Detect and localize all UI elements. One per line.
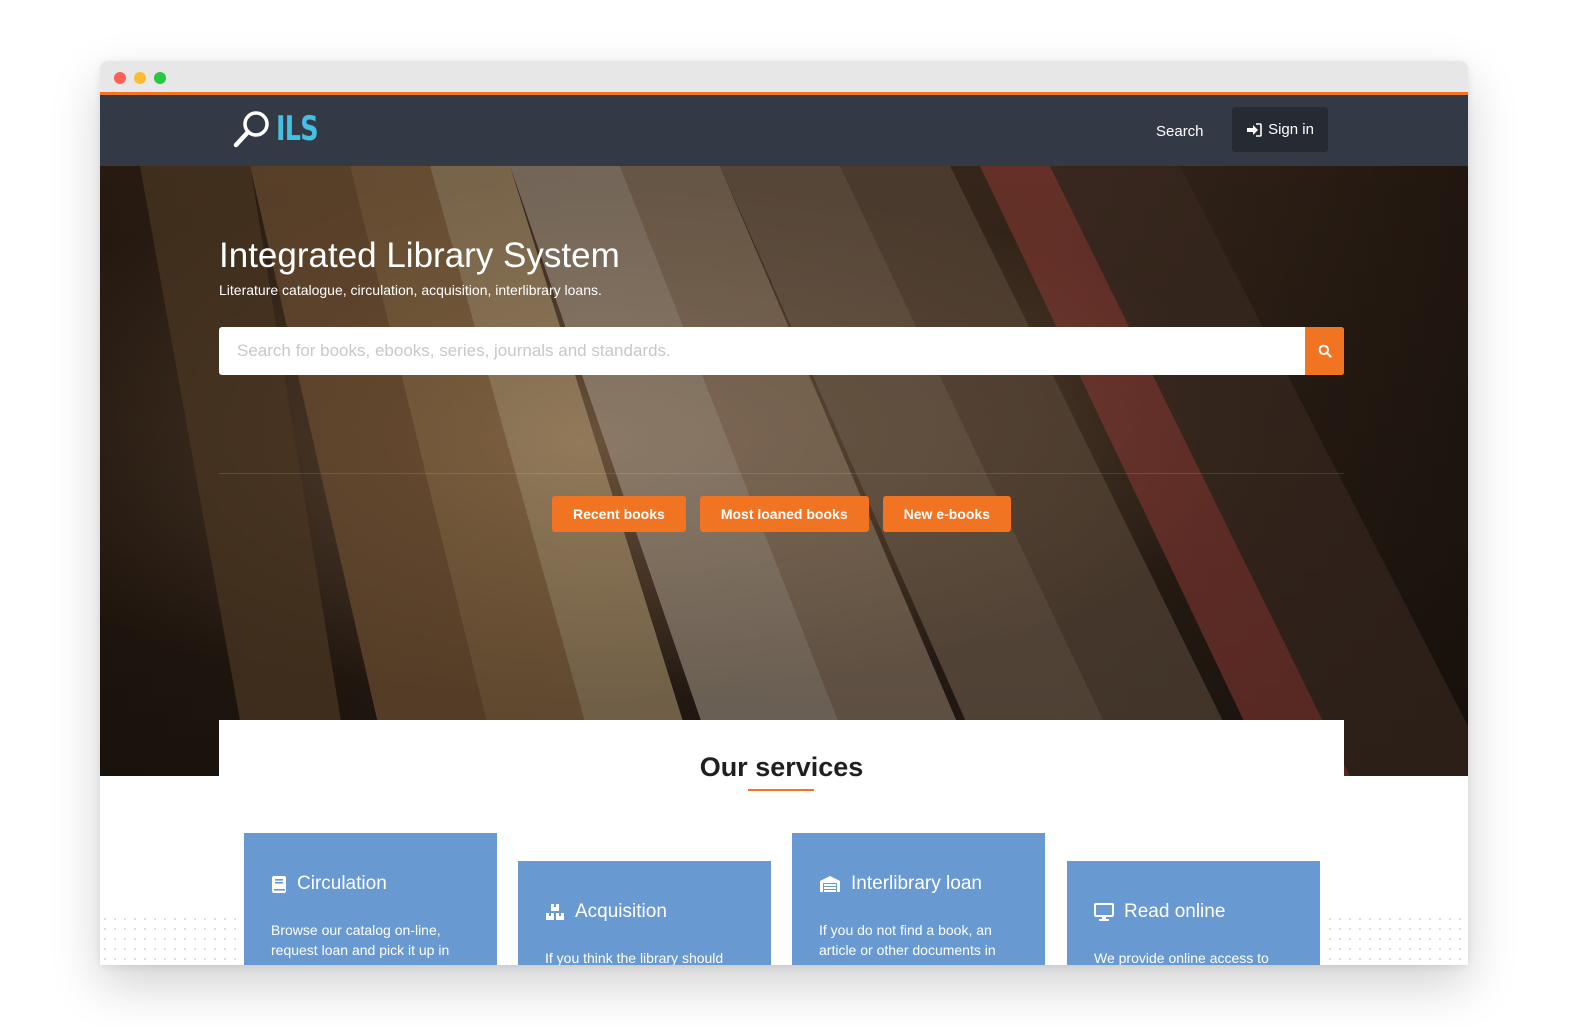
close-window-button[interactable]	[114, 72, 126, 84]
hero-section: Integrated Library System Literature cat…	[100, 166, 1468, 776]
logo-text: ILS	[276, 109, 319, 149]
service-card-circulation[interactable]: Circulation Browse our catalog on-line, …	[244, 833, 497, 965]
hero-title: Integrated Library System	[219, 236, 620, 275]
services-title: Our services	[699, 752, 864, 782]
browser-window: ILS Search Sign in Integrated Library Sy…	[100, 61, 1468, 965]
book-icon	[272, 875, 286, 893]
service-card-interlibrary-loan[interactable]: Interlibrary loan If you do not find a b…	[792, 833, 1045, 965]
card-description: We provide online access to	[1094, 950, 1269, 965]
quick-links: Recent books Most loaned books New e-boo…	[552, 496, 1011, 532]
boxes-icon	[546, 904, 564, 920]
recent-books-button[interactable]: Recent books	[552, 496, 686, 532]
most-loaned-books-button[interactable]: Most loaned books	[699, 496, 869, 532]
hero-divider	[219, 473, 1344, 474]
maximize-window-button[interactable]	[154, 72, 166, 84]
card-title: Interlibrary loan	[819, 873, 982, 895]
card-title: Circulation	[271, 873, 387, 895]
logo[interactable]: ILS	[232, 109, 332, 149]
card-description: If you think the library should	[545, 950, 724, 965]
dot-pattern-decoration	[100, 914, 240, 964]
search-input[interactable]	[219, 327, 1305, 375]
nav-search-link[interactable]: Search	[1140, 120, 1220, 144]
card-title-text: Interlibrary loan	[851, 873, 982, 894]
card-title: Read online	[1094, 901, 1225, 923]
navbar: ILS Search Sign in	[100, 95, 1468, 166]
search-icon	[1318, 344, 1332, 358]
minimize-window-button[interactable]	[134, 72, 146, 84]
card-title-text: Read online	[1124, 901, 1226, 922]
card-title: Acquisition	[545, 901, 667, 923]
search-submit-button[interactable]	[1305, 327, 1344, 375]
service-card-acquisition[interactable]: Acquisition If you think the library sho…	[518, 861, 771, 965]
card-title-text: Circulation	[297, 873, 387, 894]
services-title-underline	[748, 789, 814, 791]
sign-in-label: Sign in	[1268, 121, 1314, 138]
sign-in-button[interactable]: Sign in	[1232, 107, 1328, 152]
dot-pattern-decoration	[1325, 914, 1468, 964]
warehouse-icon	[820, 876, 840, 892]
search-bar	[219, 327, 1344, 375]
card-description: Browse our catalog on-line, request loan…	[271, 922, 450, 958]
desktop-icon	[1094, 903, 1114, 921]
card-title-text: Acquisition	[575, 901, 667, 922]
services-panel: Our services	[219, 720, 1344, 840]
window-titlebar	[100, 61, 1468, 92]
card-description: If you do not find a book, an article or…	[819, 922, 996, 958]
hero-subtitle: Literature catalogue, circulation, acqui…	[219, 282, 602, 298]
new-ebooks-button[interactable]: New e-books	[882, 496, 1011, 532]
magnifier-logo-icon	[233, 111, 269, 148]
service-card-read-online[interactable]: Read online We provide online access to	[1067, 861, 1320, 965]
sign-in-icon	[1247, 122, 1262, 137]
